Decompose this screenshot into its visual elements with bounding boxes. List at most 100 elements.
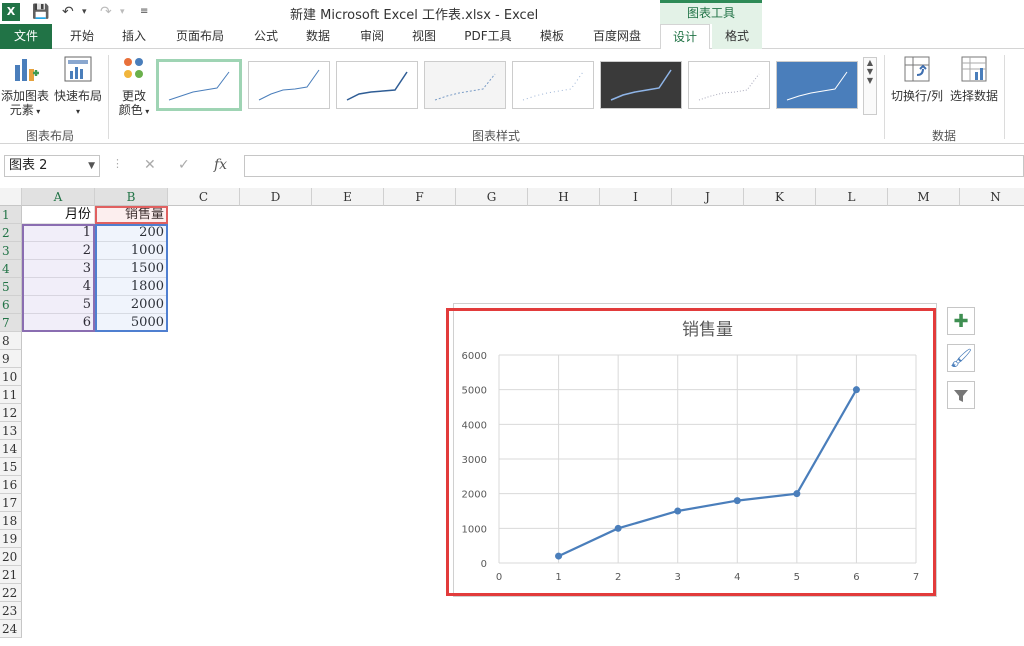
tab-design[interactable]: 设计: [660, 24, 710, 50]
row-header-22[interactable]: 22: [0, 584, 22, 602]
cancel-icon[interactable]: ✕: [144, 157, 156, 173]
column-header-d[interactable]: D: [240, 188, 312, 206]
customize-toolbar-icon[interactable]: ≡: [140, 3, 148, 21]
redo-icon[interactable]: ↷: [100, 3, 112, 21]
column-header-c[interactable]: C: [168, 188, 240, 206]
row-header-6[interactable]: 6: [0, 296, 22, 314]
title-bar: X 💾 ↶ ▾ ↷ ▾ ≡ 新建 Microsoft Excel 工作表.xls…: [0, 0, 1024, 24]
column-header-h[interactable]: H: [528, 188, 600, 206]
tab-baidu-netdisk[interactable]: 百度网盘: [584, 24, 650, 49]
row-header-8[interactable]: 8: [0, 332, 22, 350]
save-icon[interactable]: 💾: [32, 3, 49, 21]
row-header-1[interactable]: 1: [0, 206, 22, 224]
chevron-down-icon[interactable]: ▼: [88, 156, 95, 176]
chart-style-3[interactable]: [336, 61, 418, 109]
add-chart-element-icon: [15, 59, 39, 81]
row-header-16[interactable]: 16: [0, 476, 22, 494]
undo-dropdown-icon[interactable]: ▾: [82, 3, 87, 21]
column-header-n[interactable]: N: [960, 188, 1024, 206]
chart-style-6[interactable]: [600, 61, 682, 109]
add-chart-element-button[interactable]: 添加图表 元素 ▾: [0, 53, 50, 119]
tab-insert[interactable]: 插入: [110, 24, 158, 49]
select-data-icon: [961, 56, 987, 82]
ribbon-design: 添加图表 元素 ▾ 快速布局 ▾ 图表布局 更改 颜色 ▾ ▲ ▼ ▼ 图表样式…: [0, 49, 1024, 144]
tab-format[interactable]: 格式: [712, 24, 762, 49]
excel-logo-icon: X: [2, 3, 20, 21]
row-header-10[interactable]: 10: [0, 368, 22, 386]
row-header-20[interactable]: 20: [0, 548, 22, 566]
chart-style-8[interactable]: [776, 61, 858, 109]
row-header-9[interactable]: 9: [0, 350, 22, 368]
chart-filters-button[interactable]: [947, 381, 975, 409]
x-values-range-highlight: [22, 224, 95, 332]
tab-home[interactable]: 开始: [58, 24, 106, 49]
select-all-corner[interactable]: [0, 188, 22, 206]
column-header-j[interactable]: J: [672, 188, 744, 206]
enter-icon[interactable]: ✓: [178, 157, 190, 173]
chart-side-buttons: ✚ 🖌: [947, 307, 975, 418]
row-header-21[interactable]: 21: [0, 566, 22, 584]
window-title: 新建 Microsoft Excel 工作表.xlsx - Excel: [290, 8, 539, 23]
chart-style-4[interactable]: [424, 61, 506, 109]
chart-style-1[interactable]: [156, 59, 242, 111]
column-header-l[interactable]: L: [816, 188, 888, 206]
row-header-17[interactable]: 17: [0, 494, 22, 512]
change-colors-button[interactable]: 更改 颜色 ▾: [112, 53, 156, 119]
row-header-15[interactable]: 15: [0, 458, 22, 476]
cell-a1[interactable]: 月份: [22, 206, 95, 224]
switch-row-column-icon: [904, 56, 930, 82]
style-gallery-scroll[interactable]: ▲ ▼ ▼: [863, 57, 877, 115]
tab-view[interactable]: 视图: [400, 24, 448, 49]
quick-layout-button[interactable]: 快速布局 ▾: [52, 53, 104, 119]
column-header-k[interactable]: K: [744, 188, 816, 206]
column-header-m[interactable]: M: [888, 188, 960, 206]
chart-styles-button[interactable]: 🖌: [947, 344, 975, 372]
undo-icon[interactable]: ↶: [62, 3, 74, 21]
row-header-19[interactable]: 19: [0, 530, 22, 548]
chart-style-5[interactable]: [512, 61, 594, 109]
ribbon-tab-bar: 文件 开始 插入 页面布局 公式 数据 审阅 视图 PDF工具 模板 百度网盘 …: [0, 24, 1024, 50]
tab-data[interactable]: 数据: [294, 24, 342, 49]
change-colors-label-2: 颜色: [118, 103, 143, 117]
group-separator: [1004, 55, 1005, 139]
row-header-24[interactable]: 24: [0, 620, 22, 638]
select-data-button[interactable]: 选择数据: [948, 53, 1000, 103]
redo-dropdown-icon[interactable]: ▾: [120, 3, 125, 21]
tab-pdf-tools[interactable]: PDF工具: [456, 24, 520, 49]
tab-file[interactable]: 文件: [0, 24, 52, 49]
column-header-f[interactable]: F: [384, 188, 456, 206]
row-header-4[interactable]: 4: [0, 260, 22, 278]
chart-style-2[interactable]: [248, 61, 330, 109]
chart-elements-button[interactable]: ✚: [947, 307, 975, 335]
chart-style-8-preview-icon: [786, 71, 848, 101]
tab-formulas[interactable]: 公式: [242, 24, 290, 49]
column-header-g[interactable]: G: [456, 188, 528, 206]
add-chart-element-label-2: 元素: [9, 103, 34, 117]
row-header-14[interactable]: 14: [0, 440, 22, 458]
name-box[interactable]: 图表 2 ▼: [4, 155, 100, 177]
row-header-2[interactable]: 2: [0, 224, 22, 242]
row-header-5[interactable]: 5: [0, 278, 22, 296]
row-header-18[interactable]: 18: [0, 512, 22, 530]
brush-icon: 🖌: [949, 348, 973, 369]
chart-style-7[interactable]: [688, 61, 770, 109]
row-header-13[interactable]: 13: [0, 422, 22, 440]
row-header-3[interactable]: 3: [0, 242, 22, 260]
column-header-b[interactable]: B: [95, 188, 168, 206]
row-header-12[interactable]: 12: [0, 404, 22, 422]
column-header-e[interactable]: E: [312, 188, 384, 206]
tab-review[interactable]: 审阅: [348, 24, 396, 49]
chart-layouts-group-label: 图表布局: [26, 129, 75, 143]
group-separator: [884, 55, 885, 139]
add-chart-element-label-1: 添加图表: [0, 89, 49, 103]
tab-page-layout[interactable]: 页面布局: [168, 24, 232, 49]
switch-row-column-button[interactable]: 切换行/列: [886, 53, 948, 103]
formula-input[interactable]: [244, 155, 1024, 177]
insert-function-button[interactable]: fx: [214, 157, 227, 173]
column-header-i[interactable]: I: [600, 188, 672, 206]
row-header-7[interactable]: 7: [0, 314, 22, 332]
row-header-11[interactable]: 11: [0, 386, 22, 404]
row-header-23[interactable]: 23: [0, 602, 22, 620]
column-header-a[interactable]: A: [22, 188, 95, 206]
tab-templates[interactable]: 模板: [528, 24, 576, 49]
